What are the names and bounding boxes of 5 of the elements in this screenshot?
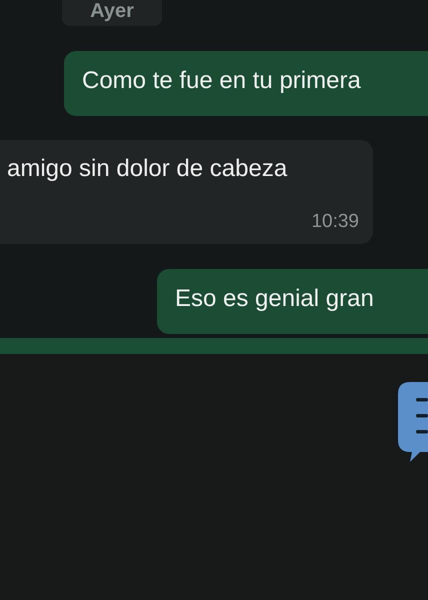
message-bubble: Como te fue en tu primera [64,51,428,116]
date-label: Ayer [62,0,162,26]
message-time: 10:39 [311,211,359,233]
message-text: amigo sin dolor de cabeza [7,155,288,183]
message-bubble: Eso es genial gran [157,269,428,334]
